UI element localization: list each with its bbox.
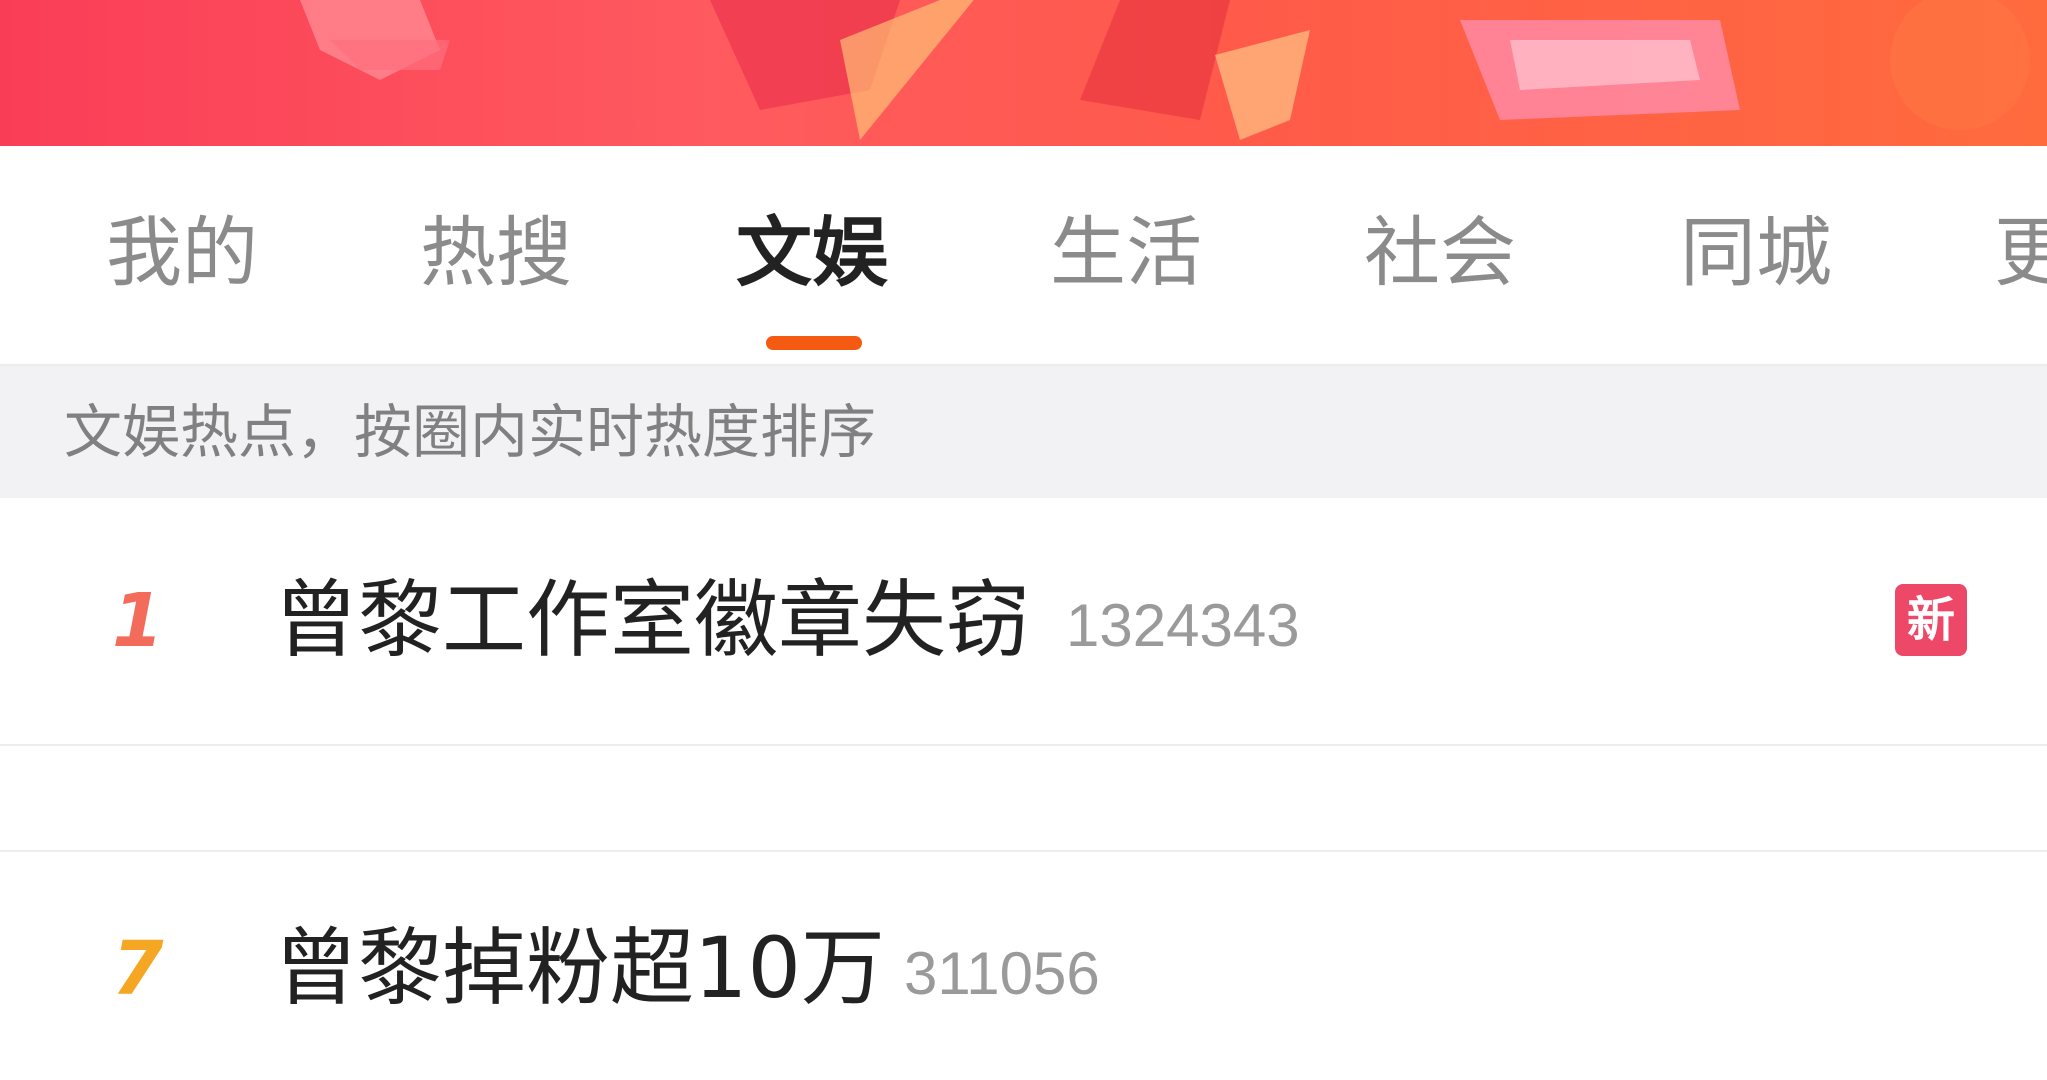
list-item[interactable]: 1 曾黎工作室徽章失窃 1324343 新 — [0, 500, 2047, 746]
promo-banner[interactable] — [0, 0, 2047, 146]
new-badge: 新 — [1895, 584, 1967, 656]
tab-society[interactable]: 社会 — [1364, 208, 1516, 298]
heat-value: 1324343 — [1066, 592, 1300, 659]
tab-mine[interactable]: 我的 — [106, 208, 258, 298]
tab-hot-search[interactable]: 热搜 — [420, 208, 572, 298]
category-tab-bar: 我的 热搜 文娱 生活 社会 同城 更 — [0, 146, 2047, 366]
tab-more[interactable]: 更 — [1994, 208, 2047, 298]
rank-number: 1 — [112, 578, 164, 664]
tab-entertainment[interactable]: 文娱 — [736, 208, 888, 298]
tab-local[interactable]: 同城 — [1680, 208, 1832, 298]
list-spacer — [0, 746, 2047, 852]
heat-value: 311056 — [904, 940, 1100, 1007]
section-hint-bar: 文娱热点，按圈内实时热度排序 — [0, 366, 2047, 498]
list-item[interactable]: 7 曾黎掉粉超10万 311056 — [0, 852, 2047, 1080]
tab-life[interactable]: 生活 — [1050, 208, 1202, 298]
rank-number: 7 — [112, 926, 164, 1012]
topic-title[interactable]: 曾黎工作室徽章失窃 — [274, 570, 1030, 670]
banner-decoration — [300, 0, 2030, 140]
active-tab-indicator — [766, 336, 862, 350]
topic-title[interactable]: 曾黎掉粉超10万 — [274, 918, 885, 1018]
section-hint-text: 文娱热点，按圈内实时热度排序 — [64, 398, 877, 466]
